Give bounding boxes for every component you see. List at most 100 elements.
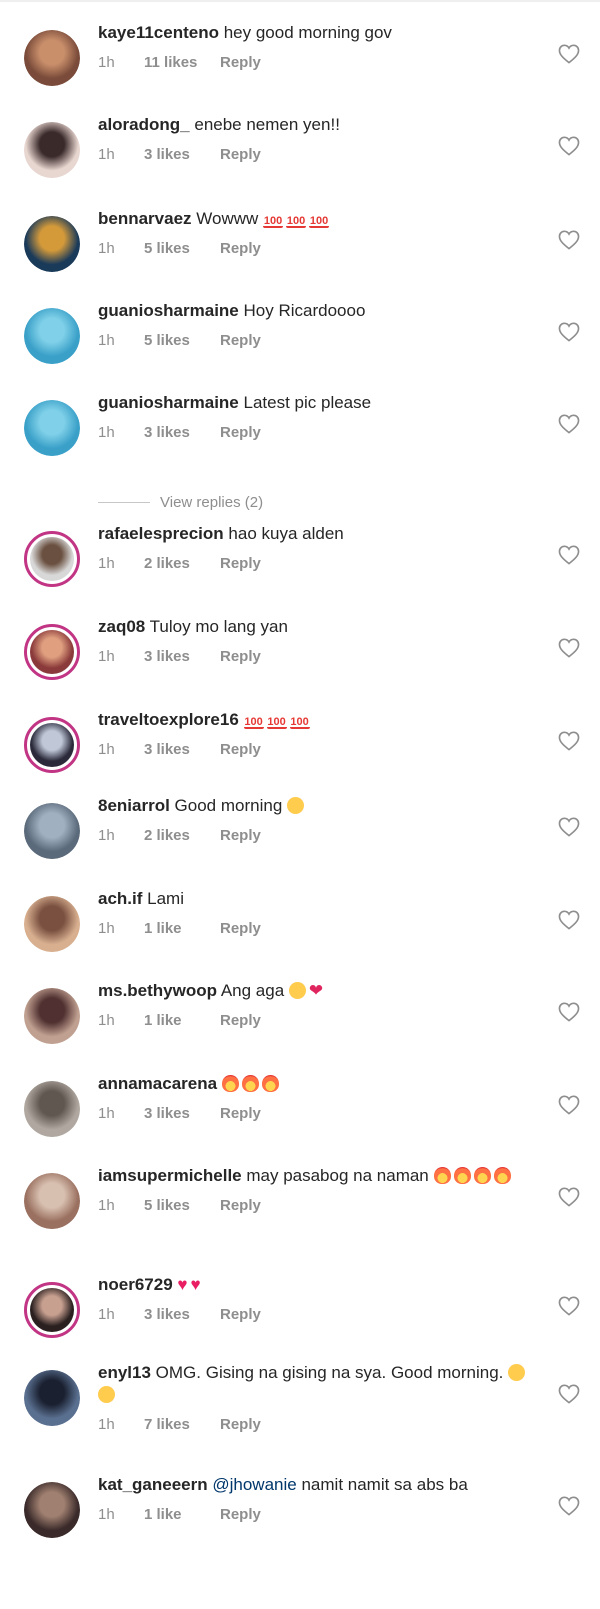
comment-username[interactable]: iamsupermichelle	[98, 1166, 242, 1185]
comment-text: ach.if Lami	[98, 888, 542, 910]
like-heart-icon[interactable]	[558, 910, 580, 930]
comment-username[interactable]: rafaelesprecion	[98, 524, 224, 543]
comment-meta: 1h 3 likes Reply	[98, 648, 542, 665]
reply-button[interactable]: Reply	[220, 555, 261, 572]
reply-button[interactable]: Reply	[220, 1197, 261, 1214]
avatar[interactable]	[24, 896, 80, 952]
comment-username[interactable]: ach.if	[98, 889, 142, 908]
comment-likes[interactable]: 5 likes	[144, 332, 220, 349]
comment-time: 1h	[98, 648, 115, 665]
like-heart-icon[interactable]	[558, 414, 580, 434]
comment-username[interactable]: bennarvaez	[98, 209, 192, 228]
reply-button[interactable]: Reply	[220, 1105, 261, 1122]
comment-likes[interactable]: 1 like	[144, 920, 220, 937]
avatar[interactable]	[24, 30, 80, 86]
comment-time: 1h	[98, 1416, 115, 1433]
comment-meta: 1h 11 likes Reply	[98, 54, 542, 71]
reply-button[interactable]: Reply	[220, 424, 261, 441]
avatar[interactable]	[24, 717, 80, 773]
comment-time: 1h	[98, 1197, 115, 1214]
comment-username[interactable]: kaye11centeno	[98, 23, 219, 42]
comment-likes[interactable]: 3 likes	[144, 1306, 220, 1323]
comment-likes[interactable]: 5 likes	[144, 1197, 220, 1214]
comment-likes[interactable]: 11 likes	[144, 54, 220, 71]
comment-username[interactable]: aloradong_	[98, 115, 190, 134]
comment-text: 8eniarrol Good morning	[98, 795, 542, 817]
like-heart-icon[interactable]	[558, 44, 580, 64]
avatar[interactable]	[24, 624, 80, 680]
like-heart-icon[interactable]	[558, 731, 580, 751]
emoji-icon: 100	[266, 716, 287, 729]
like-heart-icon[interactable]	[558, 136, 580, 156]
comment-likes[interactable]: 3 likes	[144, 648, 220, 665]
comment-likes[interactable]: 2 likes	[144, 555, 220, 572]
comment-username[interactable]: enyl13	[98, 1363, 151, 1382]
comment-meta: 1h 3 likes Reply	[98, 424, 542, 441]
like-heart-icon[interactable]	[558, 545, 580, 565]
comment-likes[interactable]: 5 likes	[144, 240, 220, 257]
comment-likes[interactable]: 3 likes	[144, 146, 220, 163]
avatar[interactable]	[24, 1482, 80, 1538]
reply-button[interactable]: Reply	[220, 827, 261, 844]
like-heart-icon[interactable]	[558, 1187, 580, 1207]
avatar[interactable]	[24, 216, 80, 272]
reply-button[interactable]: Reply	[220, 1306, 261, 1323]
reply-button[interactable]: Reply	[220, 1506, 261, 1523]
avatar[interactable]	[24, 1081, 80, 1137]
avatar[interactable]	[24, 1282, 80, 1338]
comment-username[interactable]: guaniosharmaine	[98, 301, 239, 320]
comment-username[interactable]: noer6729	[98, 1275, 173, 1294]
comment-username[interactable]: annamacarena	[98, 1074, 217, 1093]
comment-username[interactable]: zaq08	[98, 617, 145, 636]
comment-username[interactable]: ms.bethywoop	[98, 981, 217, 1000]
avatar[interactable]	[24, 1173, 80, 1229]
like-heart-icon[interactable]	[558, 1384, 580, 1404]
comment-time: 1h	[98, 146, 115, 163]
avatar[interactable]	[24, 531, 80, 587]
like-heart-icon[interactable]	[558, 817, 580, 837]
reply-button[interactable]: Reply	[220, 1012, 261, 1029]
comment-username[interactable]: traveltoexplore16	[98, 710, 239, 729]
comment-likes[interactable]: 3 likes	[144, 1105, 220, 1122]
comment-time: 1h	[98, 827, 115, 844]
comment-text: kaye11centeno hey good morning gov	[98, 22, 542, 44]
avatar[interactable]	[24, 122, 80, 178]
avatar[interactable]	[24, 1370, 80, 1426]
like-heart-icon[interactable]	[558, 322, 580, 342]
reply-button[interactable]: Reply	[220, 240, 261, 257]
avatar[interactable]	[24, 308, 80, 364]
reply-button[interactable]: Reply	[220, 54, 261, 71]
comment-username[interactable]: guaniosharmaine	[98, 393, 239, 412]
like-heart-icon[interactable]	[558, 1095, 580, 1115]
comment-likes[interactable]: 7 likes	[144, 1416, 220, 1433]
emoji-icon	[453, 1167, 471, 1184]
like-heart-icon[interactable]	[558, 638, 580, 658]
like-heart-icon[interactable]	[558, 1002, 580, 1022]
comment-time: 1h	[98, 1306, 115, 1323]
avatar[interactable]	[24, 988, 80, 1044]
comment-time: 1h	[98, 920, 115, 937]
comment-username[interactable]: kat_ganeeern	[98, 1475, 208, 1494]
comment-likes[interactable]: 1 like	[144, 1012, 220, 1029]
reply-button[interactable]: Reply	[220, 146, 261, 163]
reply-button[interactable]: Reply	[220, 741, 261, 758]
comment-text: aloradong_ enebe nemen yen!!	[98, 114, 542, 136]
view-replies-button[interactable]: View replies (2)	[98, 494, 263, 511]
comment-likes[interactable]: 1 like	[144, 1506, 220, 1523]
reply-button[interactable]: Reply	[220, 1416, 261, 1433]
comment-message: Hoy Ricardoooo	[243, 301, 366, 320]
reply-button[interactable]: Reply	[220, 920, 261, 937]
comment-likes[interactable]: 3 likes	[144, 424, 220, 441]
mention-link[interactable]: @jhowanie	[212, 1475, 296, 1494]
comment-body: ach.if Lami 1h 1 like Reply	[98, 888, 542, 937]
like-heart-icon[interactable]	[558, 1496, 580, 1516]
reply-button[interactable]: Reply	[220, 332, 261, 349]
avatar[interactable]	[24, 803, 80, 859]
comment-likes[interactable]: 2 likes	[144, 827, 220, 844]
reply-button[interactable]: Reply	[220, 648, 261, 665]
like-heart-icon[interactable]	[558, 1296, 580, 1316]
avatar[interactable]	[24, 400, 80, 456]
like-heart-icon[interactable]	[558, 230, 580, 250]
comment-username[interactable]: 8eniarrol	[98, 796, 170, 815]
comment-likes[interactable]: 3 likes	[144, 741, 220, 758]
